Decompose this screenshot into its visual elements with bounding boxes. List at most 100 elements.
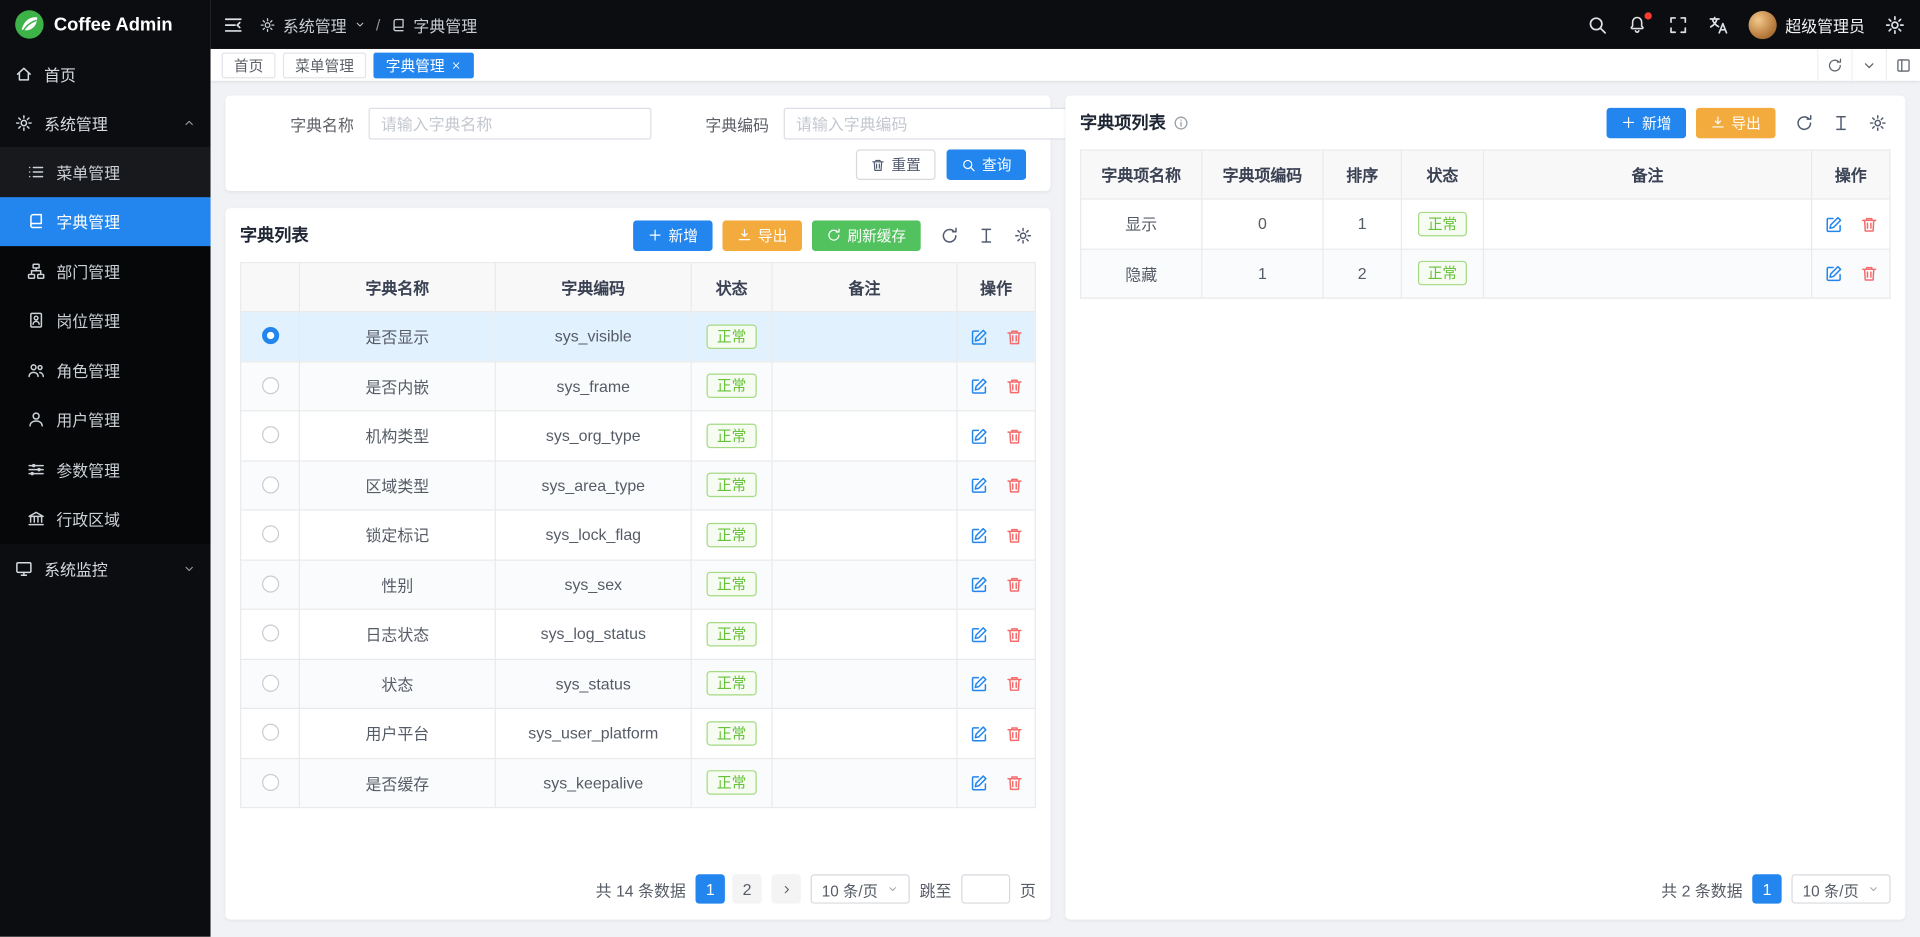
sidebar-item-admin-region[interactable]: 行政区域 — [0, 494, 211, 544]
dict-table-row[interactable]: 锁定标记sys_lock_flag正常 — [241, 510, 1036, 560]
tab-home[interactable]: 首页 — [222, 52, 276, 78]
sidebar-group-system-management[interactable]: 系统管理 — [0, 98, 211, 147]
column-header: 操作 — [957, 263, 1035, 312]
query-button[interactable]: 查询 — [947, 149, 1027, 180]
page-size-select[interactable]: 10 条/页 — [1792, 874, 1891, 903]
next-page-button[interactable] — [772, 874, 801, 903]
sidebar-item-user-management[interactable]: 用户管理 — [0, 395, 211, 445]
font-size-icon[interactable] — [1827, 108, 1854, 137]
row-select-radio[interactable] — [261, 774, 278, 791]
dict-table-row[interactable]: 用户平台sys_user_platform正常 — [241, 708, 1036, 758]
dict-table-row[interactable]: 是否内嵌sys_frame正常 — [241, 361, 1036, 411]
row-select-radio[interactable] — [261, 674, 278, 691]
edit-icon[interactable] — [969, 725, 987, 743]
search-icon[interactable] — [1587, 14, 1608, 35]
row-select-radio[interactable] — [261, 575, 278, 592]
sidebar-group-system-monitor[interactable]: 系统监控 — [0, 544, 211, 593]
sidebar-item-menu-management[interactable]: 菜单管理 — [0, 147, 211, 197]
tab-dict-management[interactable]: 字典管理 — [374, 52, 474, 78]
sidebar-item-home[interactable]: 首页 — [0, 49, 211, 98]
delete-icon[interactable] — [1859, 265, 1877, 283]
row-select-radio[interactable] — [261, 724, 278, 741]
sidebar-item-role-management[interactable]: 角色管理 — [0, 345, 211, 395]
user-menu[interactable]: 超级管理员 — [1749, 10, 1865, 38]
page-button-1[interactable]: 1 — [1752, 874, 1781, 903]
edit-icon[interactable] — [969, 377, 987, 395]
delete-icon[interactable] — [1005, 675, 1023, 693]
delete-icon[interactable] — [1005, 377, 1023, 395]
row-select-radio[interactable] — [261, 526, 278, 543]
refresh-page-icon[interactable] — [1817, 49, 1851, 81]
dict-name-input[interactable] — [369, 108, 652, 140]
page-button-1[interactable]: 1 — [696, 874, 725, 903]
sidebar-item-dict-management[interactable]: 字典管理 — [0, 197, 211, 247]
dict-table-row[interactable]: 是否显示sys_visible正常 — [241, 312, 1036, 362]
row-select-radio[interactable] — [261, 377, 278, 394]
page-button-2[interactable]: 2 — [732, 874, 761, 903]
breadcrumb-dict-management[interactable]: 字典管理 — [413, 13, 477, 36]
export-dict-button[interactable]: 导出 — [722, 220, 802, 251]
topbar: 系统管理 / 字典管理 超级管理员 — [211, 0, 1920, 49]
notification-bell-button[interactable] — [1627, 14, 1648, 35]
delete-icon[interactable] — [1005, 328, 1023, 346]
breadcrumb-system-management[interactable]: 系统管理 — [283, 13, 347, 36]
sidebar-item-dept-management[interactable]: 部门管理 — [0, 246, 211, 296]
delete-icon[interactable] — [1005, 427, 1023, 445]
add-dict-button[interactable]: 新增 — [633, 220, 713, 251]
edit-icon[interactable] — [1824, 265, 1842, 283]
delete-icon[interactable] — [1859, 215, 1877, 233]
edit-icon[interactable] — [1824, 215, 1842, 233]
close-icon[interactable] — [451, 59, 462, 70]
edit-icon[interactable] — [969, 576, 987, 594]
delete-icon[interactable] — [1005, 477, 1023, 495]
edit-icon[interactable] — [969, 477, 987, 495]
layout-icon[interactable] — [1886, 49, 1920, 81]
edit-icon[interactable] — [969, 328, 987, 346]
edit-icon[interactable] — [969, 774, 987, 792]
trash-icon — [871, 157, 886, 172]
font-size-icon[interactable] — [972, 220, 999, 249]
menu-collapse-button[interactable] — [223, 14, 244, 35]
dict-code-input[interactable] — [784, 108, 1067, 140]
dict-table-row[interactable]: 性别sys_sex正常 — [241, 560, 1036, 610]
tab-menu-management[interactable]: 菜单管理 — [283, 52, 366, 78]
delete-icon[interactable] — [1005, 725, 1023, 743]
add-dict-item-button[interactable]: 新增 — [1606, 107, 1686, 138]
refresh-cache-button[interactable]: 刷新缓存 — [812, 220, 921, 251]
dict-table-row[interactable]: 机构类型sys_org_type正常 — [241, 411, 1036, 461]
item-code-cell: 1 — [1202, 249, 1323, 299]
settings-gear-icon[interactable] — [1884, 14, 1905, 35]
row-select-radio[interactable] — [261, 426, 278, 443]
export-dict-item-button[interactable]: 导出 — [1696, 107, 1776, 138]
app-logo[interactable]: Coffee Admin — [0, 0, 211, 49]
sidebar-item-post-management[interactable]: 岗位管理 — [0, 296, 211, 346]
page-size-select[interactable]: 10 条/页 — [811, 874, 910, 903]
row-select-radio[interactable] — [261, 625, 278, 642]
dict-table-row[interactable]: 区域类型sys_area_type正常 — [241, 460, 1036, 510]
reset-button[interactable]: 重置 — [856, 149, 936, 180]
dict-item-row[interactable]: 显示01正常 — [1081, 199, 1890, 249]
dict-table-row[interactable]: 是否缓存sys_keepalive正常 — [241, 758, 1036, 808]
edit-icon[interactable] — [969, 675, 987, 693]
refresh-table-icon[interactable] — [1790, 108, 1817, 137]
jump-page-input[interactable] — [961, 874, 1010, 903]
edit-icon[interactable] — [969, 625, 987, 643]
refresh-table-icon[interactable] — [936, 220, 963, 249]
dict-table-row[interactable]: 状态sys_status正常 — [241, 659, 1036, 709]
row-select-radio[interactable] — [261, 327, 278, 344]
dict-item-row[interactable]: 隐藏12正常 — [1081, 249, 1890, 299]
delete-icon[interactable] — [1005, 625, 1023, 643]
translate-icon[interactable] — [1708, 14, 1729, 35]
delete-icon[interactable] — [1005, 774, 1023, 792]
delete-icon[interactable] — [1005, 576, 1023, 594]
table-settings-icon[interactable] — [1009, 220, 1036, 249]
fullscreen-icon[interactable] — [1668, 14, 1689, 35]
table-settings-icon[interactable] — [1864, 108, 1891, 137]
edit-icon[interactable] — [969, 526, 987, 544]
row-select-radio[interactable] — [261, 476, 278, 493]
sidebar-item-param-management[interactable]: 参数管理 — [0, 444, 211, 494]
tab-options-chevron-icon[interactable] — [1851, 49, 1885, 81]
dict-table-row[interactable]: 日志状态sys_log_status正常 — [241, 609, 1036, 659]
edit-icon[interactable] — [969, 427, 987, 445]
delete-icon[interactable] — [1005, 526, 1023, 544]
